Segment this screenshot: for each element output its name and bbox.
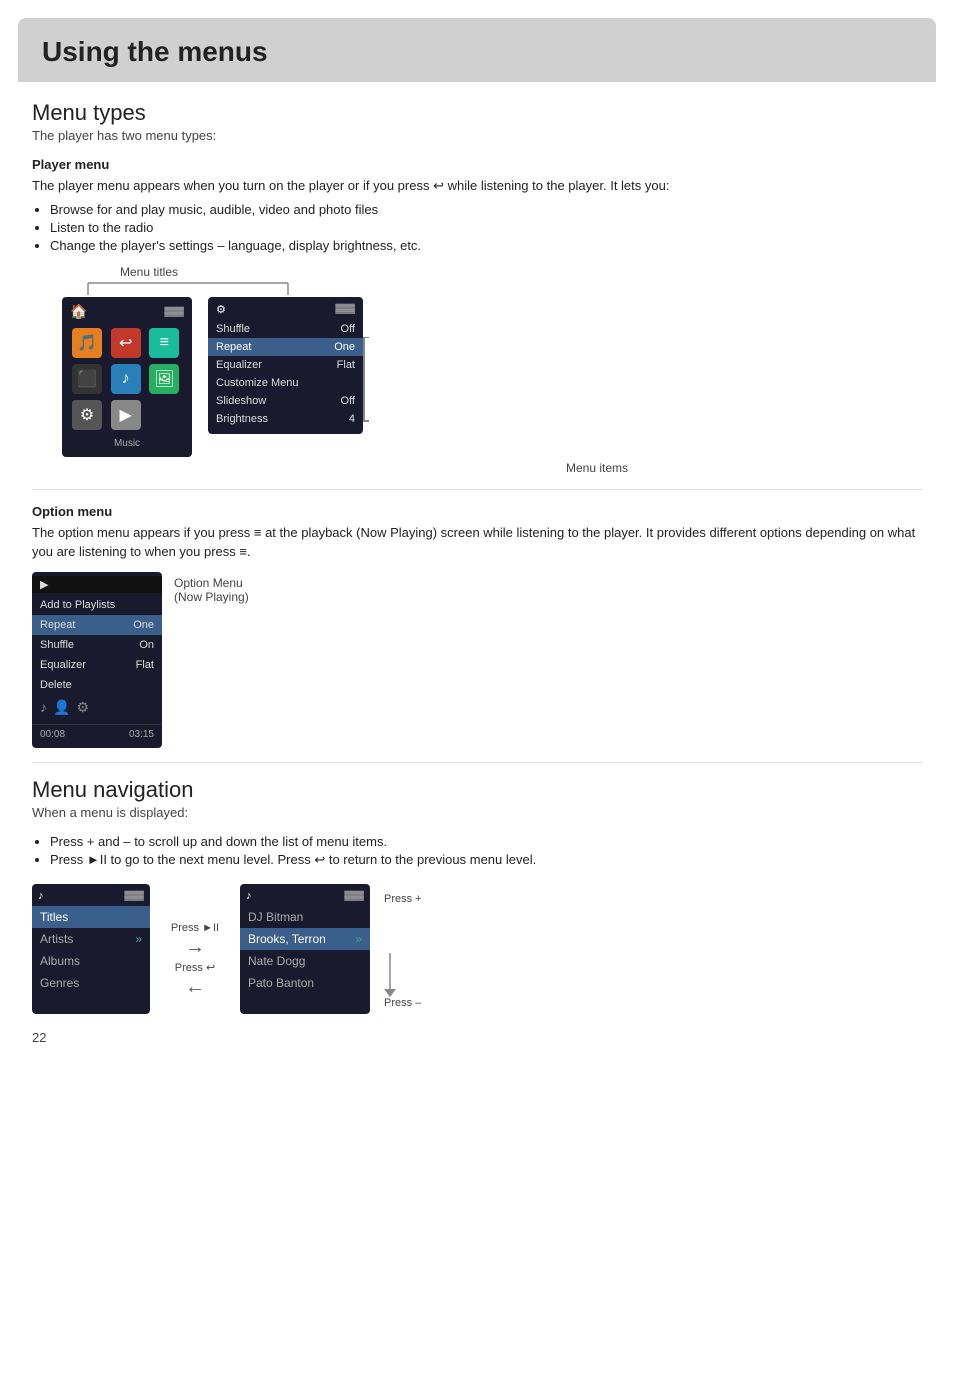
settings-row-repeat: RepeatOne [208,338,363,356]
player-menu-description: The player menu appears when you turn on… [32,176,922,196]
option-screen-play-indicator: ▶ [32,576,162,593]
bullet-item: Browse for and play music, audible, vide… [50,202,922,217]
settings-row-customize: Customize Menu [208,374,363,392]
press-forward-label: Press ►II [171,922,219,934]
nav-row-nate: Nate Dogg [240,950,370,972]
settings-icon-small: ⚙ [76,699,89,716]
menu-diagram: Menu titles 🏠 ▓▓▓ 🎵 ↩ ≡ ⬛ ♪ [62,265,922,475]
nav-bullets: Press + and – to scroll up and down the … [50,834,922,868]
settings-screen: ⚙ ▓▓▓ ShuffleOff RepeatOne EqualizerFlat… [208,297,363,434]
battery-icon-3: ▓▓▓ [124,890,144,902]
gear-icon: ⚙ [216,303,226,316]
device-label: Music [68,438,186,449]
settings-row-slideshow: Slideshow Off [208,392,363,410]
nav-row-brooks: Brooks, Terron» [240,928,370,950]
forward-arrow: → [185,936,205,959]
option-menu-diagram: ▶ Add to Playlists RepeatOne ShuffleOn E… [32,572,922,748]
grid-item-back: ↩ [111,328,141,358]
option-menu-icon: ≡ [254,525,265,540]
nav-screen-2-top: ♪ ▓▓▓ [240,888,370,904]
menu-icon: ↩ [433,178,444,193]
option-row-shuffle: ShuffleOn [32,635,162,655]
device-screen-1: 🏠 ▓▓▓ 🎵 ↩ ≡ ⬛ ♪ 🖼 ⚙ ▶ Music [62,297,192,457]
music-note-icon: ♪ [38,890,44,902]
device-grid: 🎵 ↩ ≡ ⬛ ♪ 🖼 ⚙ ▶ [68,324,186,434]
option-row-delete: Delete [32,675,162,695]
nav-arrow-forward: Press ►II → Press ↩ ← [160,898,230,999]
settings-row-shuffle: ShuffleOff [208,320,363,338]
option-screen-time: 00:08 03:15 [32,724,162,744]
option-row-repeat: RepeatOne [32,615,162,635]
home-icon: 🏠 [70,303,87,320]
nav-right-labels: Press + Press – [384,889,422,1009]
nav-screen-1: ♪ ▓▓▓ Titles Artists» Albums Genres [32,884,150,1014]
bullet-item: Change the player's settings – language,… [50,238,922,253]
press-back-label: Press ↩ [175,961,215,974]
nav-bullet-1: Press + and – to scroll up and down the … [50,834,922,849]
battery-icon-4: ▓▓▓ [344,890,364,902]
player-menu-label: Player menu [32,157,922,172]
nav-row-albums: Albums [32,950,150,972]
option-menu-label: Option menu [32,504,922,519]
battery-icon-2: ▓▓▓ [335,303,355,316]
press-minus-label: Press – [384,997,422,1009]
option-menu-description: The option menu appears if you press ≡ a… [32,523,922,562]
press-plus-label: Press + [384,893,422,905]
music-note-icon-2: ♪ [246,890,252,902]
back-arrow: ← [185,976,205,999]
page-content: Menu types The player has two menu types… [0,82,954,1077]
player-menu-bullets: Browse for and play music, audible, vide… [50,202,922,253]
menu-items-label: Menu items [272,461,922,475]
person-icon: 👤 [53,699,70,716]
menu-navigation-title: Menu navigation [32,777,922,803]
nav-row-artists: Artists» [32,928,150,950]
navigation-diagram: ♪ ▓▓▓ Titles Artists» Albums Genres Pres… [32,884,922,1014]
nav-row-pato: Pato Banton [240,972,370,994]
settings-row-equalizer: EqualizerFlat [208,356,363,374]
page-title: Using the menus [42,36,912,68]
nav-row-dj: DJ Bitman [240,906,370,928]
battery-icon: ▓▓▓ [164,306,184,316]
grid-item-play: ▶ [111,400,141,430]
bullet-item: Listen to the radio [50,220,922,235]
settings-row-brightness: Brightness 4 [208,410,363,428]
grid-item-note: ♪ [111,364,141,394]
option-row-add: Add to Playlists [32,595,162,615]
music-icon: ♪ [40,699,47,716]
settings-screen-top: ⚙ ▓▓▓ [208,303,363,316]
nav-screen-1-top: ♪ ▓▓▓ [32,888,150,904]
nav-bullet-2: Press ►II to go to the next menu level. … [50,852,922,868]
menu-types-subtitle: The player has two menu types: [32,128,922,143]
option-row-equalizer: EqualizerFlat [32,655,162,675]
nav-screen-2: ♪ ▓▓▓ DJ Bitman Brooks, Terron» Nate Dog… [240,884,370,1014]
option-screen-icons: ♪ 👤 ⚙ [32,695,162,720]
nav-row-genres: Genres [32,972,150,994]
grid-item-settings: ⚙ [72,400,102,430]
menu-types-title: Menu types [32,100,922,126]
grid-item-photo: 🖼 [149,364,179,394]
grid-item-music: 🎵 [72,328,102,358]
grid-item-video: ⬛ [72,364,102,394]
screens-row: 🏠 ▓▓▓ 🎵 ↩ ≡ ⬛ ♪ 🖼 ⚙ ▶ Music ⚙ [62,297,922,457]
nav-row-titles: Titles [32,906,150,928]
option-menu-icon-2: ≡ [239,544,247,559]
page-header: Using the menus [18,18,936,82]
menu-titles-label: Menu titles [120,265,178,279]
grid-item-menu: ≡ [149,328,179,358]
option-menu-caption: Option Menu(Now Playing) [174,576,249,604]
page-number: 22 [32,1030,922,1045]
menu-navigation-subtitle: When a menu is displayed: [32,805,922,820]
option-device-screen: ▶ Add to Playlists RepeatOne ShuffleOn E… [32,572,162,748]
